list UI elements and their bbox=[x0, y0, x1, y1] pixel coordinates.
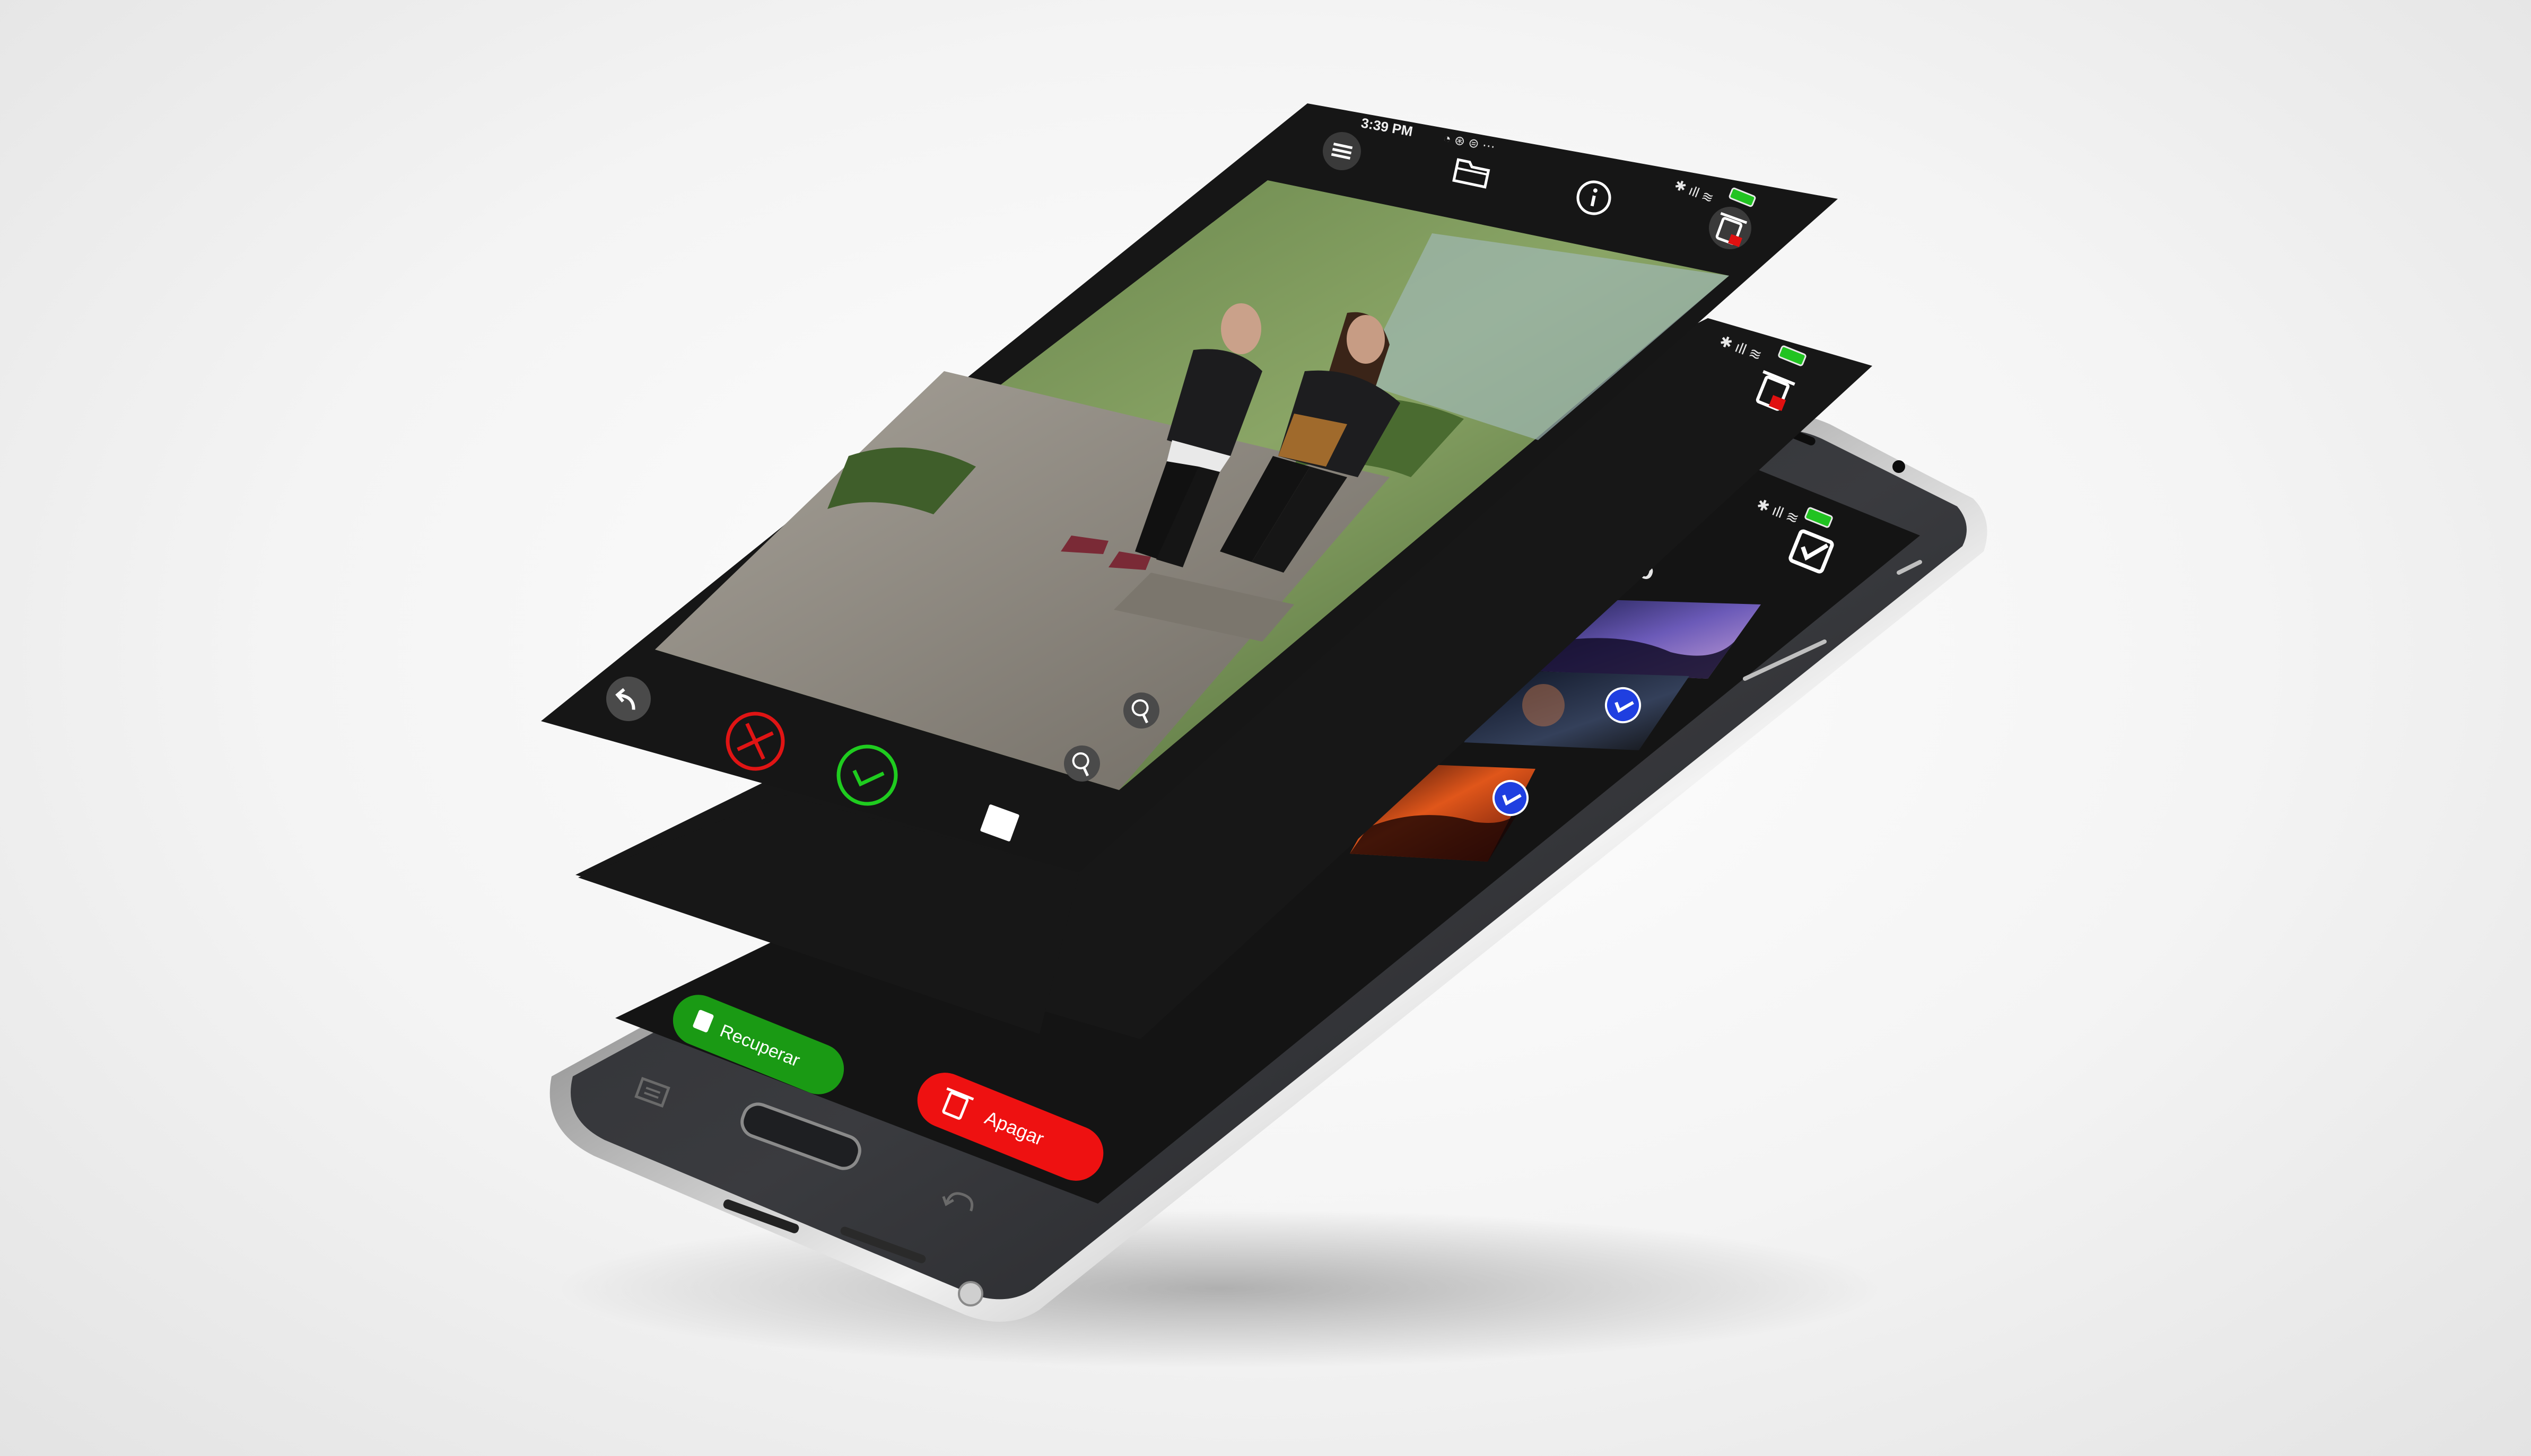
front-camera bbox=[1892, 460, 1905, 473]
app-mockup-scene: ✱ ıll ≋ ão bbox=[541, 103, 1987, 1368]
s-pen-tip bbox=[958, 1281, 983, 1306]
phone-shadow bbox=[557, 1209, 1883, 1368]
